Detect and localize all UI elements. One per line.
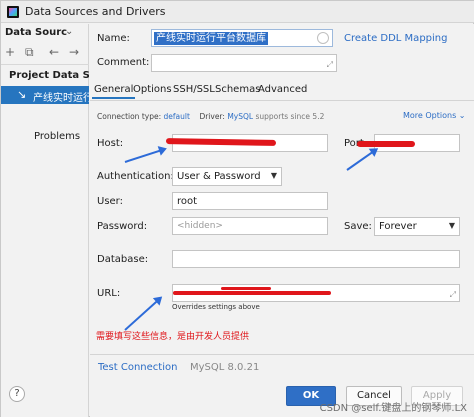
tab-general[interactable]: General xyxy=(91,84,136,99)
test-connection-link[interactable]: Test Connection xyxy=(98,362,177,373)
more-options-link[interactable]: More Options ⌄ xyxy=(403,111,466,120)
divider xyxy=(90,354,474,355)
more-options-label: More Options xyxy=(403,111,457,120)
caret-down-icon: ▼ xyxy=(270,171,277,180)
connection-type-label: Connection type: xyxy=(97,112,162,121)
dialog-window: Data Sources and Drivers Data Sources ⌄ … xyxy=(0,0,474,417)
chevron-down-icon[interactable]: ⌄ xyxy=(65,26,73,37)
url-label: URL: xyxy=(97,288,121,299)
project-data-sources-group[interactable]: Project Data So... xyxy=(9,70,89,81)
help-icon[interactable]: ? xyxy=(9,386,25,402)
problems-item[interactable]: Problems xyxy=(34,131,80,142)
sidebar-item-label: 产线实时运行 xyxy=(33,93,89,104)
overrides-note: Overrides settings above xyxy=(172,303,260,311)
save-label: Save: xyxy=(344,221,372,232)
add-icon[interactable]: + xyxy=(5,45,15,59)
datasource-icon: ↘ xyxy=(17,88,27,101)
password-label: Password: xyxy=(97,221,148,232)
main-panel: Name: 产线实时运行平台数据库 Create DDL Mapping Com… xyxy=(90,24,474,417)
user-value: root xyxy=(177,196,198,207)
name-input[interactable]: 产线实时运行平台数据库 xyxy=(151,29,333,47)
host-label: Host: xyxy=(97,138,124,149)
driver-value[interactable]: MySQL xyxy=(227,112,253,121)
database-input[interactable] xyxy=(172,250,460,268)
tab-schemas[interactable]: Schemas xyxy=(215,84,260,95)
save-select[interactable]: Forever ▼ xyxy=(374,217,460,236)
connection-meta: Connection type: default Driver: MySQL s… xyxy=(97,112,324,121)
expand-icon[interactable]: ⤢ xyxy=(450,290,456,300)
window-title: Data Sources and Drivers xyxy=(25,5,166,18)
name-value: 产线实时运行平台数据库 xyxy=(154,32,268,45)
left-toolbar: + ⧉ ← → xyxy=(5,45,89,61)
annotation-note: 需要填写这些信息，是由开发人员提供 xyxy=(96,332,250,342)
authentication-label: Authentication: xyxy=(97,171,174,182)
user-label: User: xyxy=(97,196,123,207)
forward-arrow-icon[interactable]: → xyxy=(69,45,79,59)
data-sources-tab[interactable]: Data Sources xyxy=(5,27,67,38)
back-arrow-icon[interactable]: ← xyxy=(49,45,59,59)
redaction-mark xyxy=(221,287,271,290)
driver-label: Driver: xyxy=(199,112,225,121)
save-value: Forever xyxy=(379,221,417,232)
tab-ssh-ssl[interactable]: SSH/SSL xyxy=(173,84,215,95)
redaction-mark xyxy=(357,141,415,147)
sidebar-item-selected-datasource[interactable]: ↘ 产线实时运行 xyxy=(1,86,89,104)
driver-version: MySQL 8.0.21 xyxy=(190,362,260,373)
password-input[interactable]: <hidden> xyxy=(172,217,328,235)
caret-down-icon: ▼ xyxy=(448,221,455,230)
comment-input[interactable]: ⤢ xyxy=(151,54,337,72)
create-ddl-mapping-link[interactable]: Create DDL Mapping xyxy=(344,33,447,44)
tab-advanced[interactable]: Advanced xyxy=(258,84,307,95)
redaction-mark xyxy=(173,291,331,295)
authentication-select[interactable]: User & Password ▼ xyxy=(172,167,282,186)
expand-icon[interactable]: ⤢ xyxy=(327,60,333,70)
divider xyxy=(1,64,89,65)
database-label: Database: xyxy=(97,254,149,265)
authentication-value: User & Password xyxy=(177,171,261,182)
user-input[interactable]: root xyxy=(172,192,328,210)
app-logo-icon xyxy=(7,6,19,18)
name-label: Name: xyxy=(97,33,130,44)
tab-bar: General Options SSH/SSL Schemas Advanced xyxy=(90,82,474,100)
tab-options[interactable]: Options xyxy=(133,84,172,95)
watermark: CSDN @self.键盘上的钢琴师.LX xyxy=(319,403,467,414)
driver-note: supports since 5.2 xyxy=(255,112,325,121)
connection-type-value[interactable]: default xyxy=(164,112,190,121)
duplicate-icon[interactable]: ⧉ xyxy=(25,45,34,59)
left-panel: Data Sources ⌄ + ⧉ ← → Project Data So..… xyxy=(1,24,89,417)
divider xyxy=(90,100,474,101)
chevron-down-icon: ⌄ xyxy=(458,111,466,120)
title-bar: Data Sources and Drivers xyxy=(1,1,474,23)
comment-label: Comment: xyxy=(97,57,150,68)
color-circle-icon[interactable] xyxy=(317,32,329,44)
password-placeholder: <hidden> xyxy=(177,221,223,231)
